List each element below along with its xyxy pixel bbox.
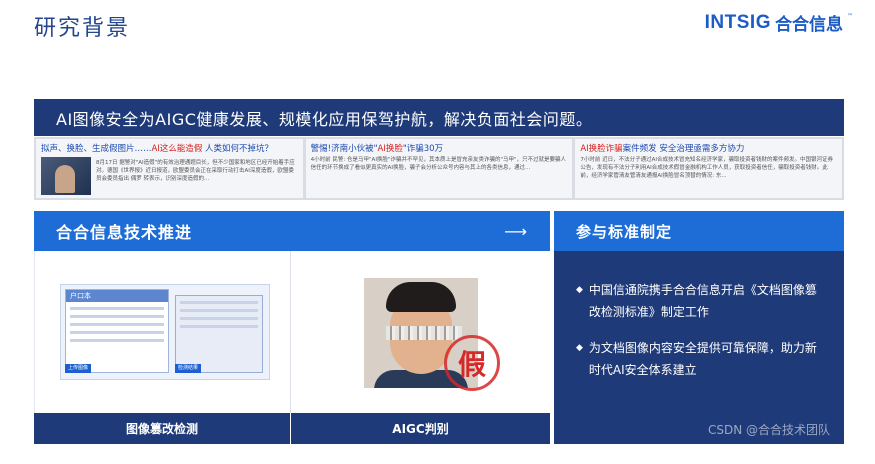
diamond-bullet-icon: ◆ — [576, 285, 583, 295]
tamper-detection-image: 户口本 上传图像 检测结果 — [60, 284, 270, 380]
news-card-3: AI换脸诈骗案件频发 安全治理亟需多方协力 7小时前 近日，不法分子通过AI合成… — [575, 139, 843, 198]
caption-aigc-detection: AIGC判别 — [291, 413, 550, 444]
arrow-right-icon: ⟶ — [504, 221, 528, 241]
news-card-2: 警惕!济南小伙被"AI换脸"诈骗30万 4小时前 民警: 仓是马甲"AI换脸"诈… — [305, 139, 573, 198]
news-snippet: 8月17日 据警对"AI造假"的有效治理通题目长，但不少国家和地区已经开始着手应… — [96, 160, 295, 182]
page-title: 研究背景 — [34, 16, 131, 41]
result-tag: 检测结果 — [175, 364, 202, 373]
document-original: 户口本 上传图像 — [65, 289, 169, 373]
caption-tamper-detection: 图像篡改检测 — [34, 413, 290, 444]
news-title: AI换脸诈骗案件频发 安全治理亟需多方协力 — [580, 144, 745, 154]
news-title: 拟声、换脸、生成假图片……AI这么能造假 人类如何不掉坑？ — [41, 144, 274, 154]
divider — [290, 251, 291, 413]
list-item: ◆ 为文档图像内容安全提供可靠保障，助力新时代AI安全体系建立 — [576, 337, 824, 381]
brand-name-en: INTSIG — [704, 11, 771, 33]
news-card-1: 拟声、换脸、生成假图片……AI这么能造假 人类如何不掉坑？ 8月17日 据警对"… — [36, 139, 303, 198]
fake-stamp-icon: 假 — [444, 335, 500, 391]
glitch-band — [386, 326, 462, 340]
news-snippet: 7小时前 近日，不法分子通过AI合成技术冒充知名经济学家，骗取投资者钱财的案件频… — [580, 157, 833, 179]
diamond-bullet-icon: ◆ — [576, 343, 583, 353]
standard-section-heading: 参与标准制定 — [554, 211, 844, 251]
news-photo — [41, 157, 91, 195]
document-result: 检测结果 — [175, 295, 263, 373]
document-header: 户口本 — [66, 290, 168, 302]
brand-name-cn: 合合信息 — [775, 15, 843, 35]
list-item: ◆ 中国信通院携手合合信息开启《文档图像篡改检测标准》制定工作 — [576, 279, 824, 323]
upload-tag: 上传图像 — [65, 364, 92, 373]
watermark: CSDN @合合技术团队 — [707, 423, 830, 437]
news-screenshots: 拟声、换脸、生成假图片……AI这么能造假 人类如何不掉坑？ 8月17日 据警对"… — [34, 137, 844, 200]
key-message-banner: AI图像安全为AIGC健康发展、规模化应用保驾护航，解决负面社会问题。 — [34, 99, 844, 136]
tech-section-heading: 合合信息技术推进 ⟶ — [34, 211, 550, 251]
news-title: 警惕!济南小伙被"AI换脸"诈骗30万 — [310, 144, 444, 154]
trademark-mark: ™ — [847, 13, 853, 20]
standard-list: ◆ 中国信通院携手合合信息开启《文档图像篡改检测标准》制定工作 ◆ 为文档图像内… — [554, 251, 844, 444]
brand-logo: INTSIG 合合信息 ™ — [704, 10, 853, 36]
news-snippet: 4小时前 民警: 仓是马甲"AI换脸"诈骗并不罕见，其本质上是冒充亲友类诈骗的"… — [310, 157, 567, 171]
